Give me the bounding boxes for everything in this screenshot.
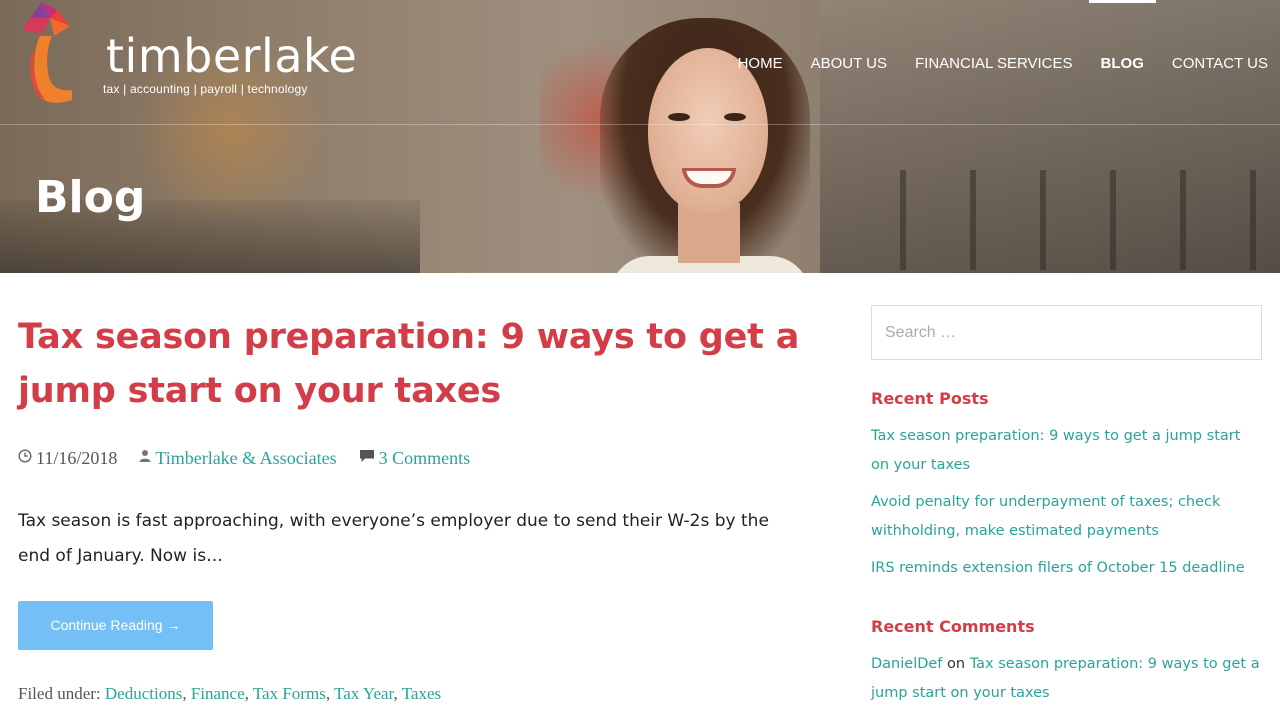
nav-item-home[interactable]: HOME: [738, 0, 783, 124]
header-divider: [0, 124, 1280, 125]
site-logo[interactable]: timberlake tax | accounting | payroll | …: [20, 0, 360, 110]
filed-under-label: Filed under:: [18, 684, 101, 703]
nav-item-financial-services[interactable]: FINANCIAL SERVICES: [915, 0, 1073, 124]
post-list: Tax season preparation: 9 ways to get a …: [18, 273, 808, 704]
nav-item-blog[interactable]: BLOG: [1088, 0, 1157, 124]
recent-post-link[interactable]: Tax season preparation: 9 ways to get a …: [871, 428, 1240, 473]
recent-post-link[interactable]: Avoid penalty for underpayment of taxes;…: [871, 494, 1220, 539]
logo-mark-icon: [22, 2, 72, 103]
logo-wordmark: timberlake: [106, 29, 358, 83]
post-date-text: 11/16/2018: [36, 448, 118, 468]
post-author-link[interactable]: Timberlake & Associates: [155, 448, 336, 469]
post-meta: 11/16/2018 Timberlake & Associates 3 Com…: [18, 448, 808, 469]
list-item: IRS reminds extension filers of October …: [871, 554, 1262, 583]
background-shelves: [900, 170, 1280, 270]
post-excerpt: Tax season is fast approaching, with eve…: [18, 511, 769, 566]
hero-banner: timberlake tax | accounting | payroll | …: [0, 0, 1280, 273]
recent-post-link[interactable]: IRS reminds extension filers of October …: [871, 560, 1245, 576]
comment-icon: [359, 449, 375, 468]
nav-item-about-us[interactable]: ABOUT US: [811, 0, 887, 124]
search-input[interactable]: [871, 305, 1262, 360]
nav-item-contact-us[interactable]: CONTACT US: [1172, 0, 1268, 124]
recent-comments-title: Recent Comments: [871, 617, 1035, 636]
post-date: 11/16/2018: [18, 448, 117, 469]
page-title: Blog: [35, 172, 146, 223]
post-card: Tax season preparation: 9 ways to get a …: [18, 310, 808, 704]
recent-posts-title: Recent Posts: [871, 389, 989, 408]
user-icon: [139, 449, 151, 468]
post-comments-link[interactable]: 3 Comments: [379, 448, 471, 469]
post-categories: Filed under: Deductions, Finance, Tax Fo…: [18, 684, 442, 703]
post-author: Timberlake & Associates: [139, 448, 337, 469]
category-link-tax-year[interactable]: Tax Year: [334, 684, 394, 703]
comment-joiner: on: [942, 656, 970, 672]
post-comments: 3 Comments: [359, 448, 471, 469]
category-link-deductions[interactable]: Deductions: [105, 684, 182, 703]
category-link-finance[interactable]: Finance: [191, 684, 245, 703]
category-link-taxes[interactable]: Taxes: [402, 684, 441, 703]
list-item: Tax season preparation: 9 ways to get a …: [871, 422, 1262, 480]
logo-tagline: tax | accounting | payroll | technology: [103, 82, 308, 96]
recent-posts-list: Tax season preparation: 9 ways to get a …: [871, 422, 1262, 583]
continue-reading-button[interactable]: Continue Reading →: [18, 601, 213, 650]
list-item: Avoid penalty for underpayment of taxes;…: [871, 488, 1262, 546]
recent-comment: DanielDef on Tax season preparation: 9 w…: [871, 650, 1262, 708]
clock-icon: [18, 449, 32, 468]
sidebar: Recent Posts Tax season preparation: 9 w…: [871, 305, 1262, 708]
post-title-link[interactable]: Tax season preparation: 9 ways to get a …: [18, 310, 808, 418]
comment-author-link[interactable]: DanielDef: [871, 656, 942, 672]
main-nav: HOME ABOUT US FINANCIAL SERVICES BLOG CO…: [710, 0, 1268, 124]
category-link-tax-forms[interactable]: Tax Forms: [253, 684, 326, 703]
